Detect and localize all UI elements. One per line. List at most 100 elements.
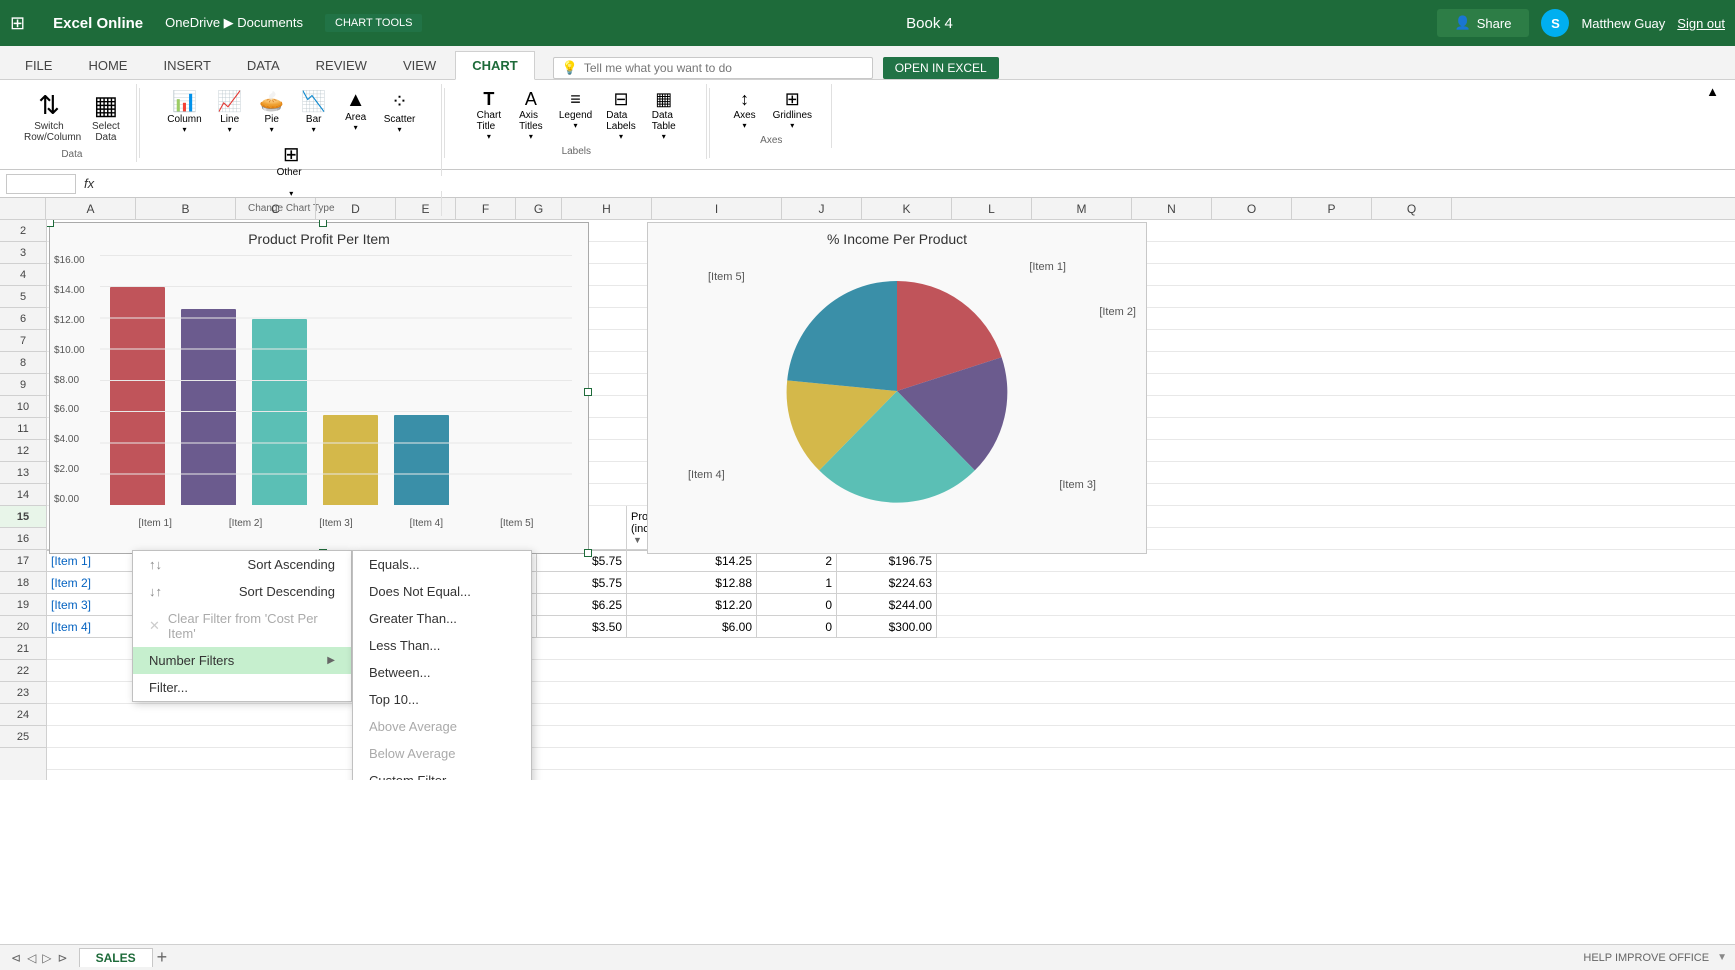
cell-17-shipping[interactable]: $5.75 <box>537 572 627 594</box>
chart-handle-mr[interactable] <box>584 388 592 396</box>
tab-review[interactable]: REVIEW <box>299 51 384 79</box>
col-header-M[interactable]: M <box>1032 198 1132 220</box>
tab-file[interactable]: FILE <box>8 51 69 79</box>
greater-than-item[interactable]: Greater Than... <box>353 605 531 632</box>
data-table-button[interactable]: ▦ DataTable ▾ <box>644 86 684 144</box>
scatter-chart-button[interactable]: ⁘ Scatter ▾ <box>378 86 422 137</box>
cell-18-returns[interactable]: 0 <box>757 594 837 616</box>
cell-17-returns[interactable]: 1 <box>757 572 837 594</box>
cell-19-income[interactable]: $300.00 <box>837 616 937 638</box>
row-21: 21 <box>0 638 46 660</box>
not-equal-item[interactable]: Does Not Equal... <box>353 578 531 605</box>
main-dropdown-menu: ↑↓ Sort Ascending ↓↑ Sort Descending ✕ C… <box>132 550 352 702</box>
pie-chart-button[interactable]: 🥧 Pie ▾ <box>252 86 292 137</box>
tell-me-bar[interactable]: 💡 <box>553 57 873 79</box>
sort-ascending-item[interactable]: ↑↓ Sort Ascending <box>133 551 351 578</box>
cell-17-item[interactable]: [Item 2] <box>47 572 137 594</box>
chart-handle-br[interactable] <box>584 549 592 557</box>
col-header-A[interactable]: A <box>46 198 136 220</box>
row-15[interactable]: 15 <box>0 506 46 528</box>
name-box[interactable] <box>6 174 76 194</box>
ribbon-collapse[interactable]: ▲ <box>1706 84 1727 99</box>
custom-filter-item[interactable]: Custom Filter... <box>353 767 531 780</box>
nav-prev-first-btn[interactable]: ⊲ <box>8 951 24 965</box>
tab-insert[interactable]: INSERT <box>146 51 227 79</box>
col-header-H[interactable]: H <box>562 198 652 220</box>
nav-prev-btn[interactable]: ◁ <box>24 951 39 965</box>
cell-19-item[interactable]: [Item 4] <box>47 616 137 638</box>
ribbon-group-data: ⇅ SwitchRow/Column ▦ SelectData Data <box>8 84 137 162</box>
cell-19-shipping[interactable]: $3.50 <box>537 616 627 638</box>
tab-home[interactable]: HOME <box>71 51 144 79</box>
cell-18-item[interactable]: [Item 3] <box>47 594 137 616</box>
add-sheet-btn[interactable]: + <box>157 947 168 968</box>
col-header-P[interactable]: P <box>1292 198 1372 220</box>
number-filters-item[interactable]: Number Filters ▶ <box>133 647 351 674</box>
share-button[interactable]: 👤 Share <box>1437 9 1530 37</box>
col-header-O[interactable]: O <box>1212 198 1292 220</box>
legend-button[interactable]: ≡ Legend ▾ <box>553 86 598 144</box>
axes-icon: ↕ <box>740 89 749 110</box>
nav-next-btn[interactable]: ▷ <box>39 951 54 965</box>
tab-data[interactable]: DATA <box>230 51 297 79</box>
col-header-L[interactable]: L <box>952 198 1032 220</box>
col-header-Q[interactable]: Q <box>1372 198 1452 220</box>
apps-icon[interactable]: ⊞ <box>10 13 25 34</box>
sign-out-link[interactable]: Sign out <box>1677 16 1725 31</box>
pie-chart[interactable]: % Income Per Product [Item 1] [It <box>647 222 1147 554</box>
col-header-J[interactable]: J <box>782 198 862 220</box>
chart-title-button[interactable]: T ChartTitle ▾ <box>469 86 509 144</box>
chart-handle-tl[interactable] <box>47 220 54 227</box>
sheet-tab-sales[interactable]: SALES <box>79 948 153 967</box>
skype-icon[interactable]: S <box>1541 9 1569 37</box>
col-header-N[interactable]: N <box>1132 198 1212 220</box>
less-than-item[interactable]: Less Than... <box>353 632 531 659</box>
nav-next-last-btn[interactable]: ⊳ <box>55 951 71 965</box>
data-table-arrow: ▾ <box>662 132 666 141</box>
chart-handle-tc[interactable] <box>319 220 327 227</box>
main-area: 2 3 4 5 6 7 8 9 10 11 12 13 14 15 16 17 … <box>0 220 1735 780</box>
below-avg-item[interactable]: Below Average <box>353 740 531 767</box>
switch-row-col-button[interactable]: ⇅ SwitchRow/Column <box>16 86 82 147</box>
tab-view[interactable]: VIEW <box>386 51 453 79</box>
col-header-B[interactable]: B <box>136 198 236 220</box>
bar-chart-button[interactable]: 📉 Bar ▾ <box>294 86 334 137</box>
cell-18-income[interactable]: $244.00 <box>837 594 937 616</box>
tell-me-input[interactable] <box>584 61 804 75</box>
select-data-button[interactable]: ▦ SelectData <box>84 86 128 147</box>
help-improve-link[interactable]: HELP IMPROVE OFFICE <box>1583 952 1709 964</box>
between-item[interactable]: Between... <box>353 659 531 686</box>
col-header-D[interactable]: D <box>316 198 396 220</box>
cell-19-returns[interactable]: 0 <box>757 616 837 638</box>
line-chart-button[interactable]: 📈 Line ▾ <box>210 86 250 137</box>
top10-item[interactable]: Top 10... <box>353 686 531 713</box>
column-chart-button[interactable]: 📊 Column ▾ <box>161 86 207 137</box>
cell-18-profit[interactable]: $12.20 <box>627 594 757 616</box>
formula-input[interactable] <box>102 176 1729 191</box>
col-header-I[interactable]: I <box>652 198 782 220</box>
bar-chart[interactable]: Product Profit Per Item $16.00 $14.00 $1… <box>49 222 589 554</box>
cell-17-profit[interactable]: $12.88 <box>627 572 757 594</box>
col-header-C[interactable]: C <box>236 198 316 220</box>
axis-titles-button[interactable]: A AxisTitles ▾ <box>511 86 551 144</box>
above-avg-item[interactable]: Above Average <box>353 713 531 740</box>
cell-18-shipping[interactable]: $6.25 <box>537 594 627 616</box>
cell-17-income[interactable]: $224.63 <box>837 572 937 594</box>
data-labels-button[interactable]: ⊟ DataLabels ▾ <box>600 86 641 144</box>
gridlines-button[interactable]: ⊞ Gridlines ▾ <box>767 86 818 133</box>
sort-descending-item[interactable]: ↓↑ Sort Descending <box>133 578 351 605</box>
other-charts-button[interactable]: ⊞ OtherCharts ▾ <box>271 139 312 201</box>
equals-item[interactable]: Equals... <box>353 551 531 578</box>
cell-19-profit[interactable]: $6.00 <box>627 616 757 638</box>
col-header-E[interactable]: E <box>396 198 456 220</box>
col-header-G[interactable]: G <box>516 198 562 220</box>
filter-item[interactable]: Filter... <box>133 674 351 701</box>
ribbon-tabs: FILE HOME INSERT DATA REVIEW VIEW CHART … <box>0 46 1735 80</box>
clear-filter-item[interactable]: ✕ Clear Filter from 'Cost Per Item' <box>133 605 351 647</box>
axes-button[interactable]: ↕ Axes ▾ <box>725 86 765 133</box>
open-in-excel-button[interactable]: OPEN IN EXCEL <box>883 57 999 79</box>
col-header-K[interactable]: K <box>862 198 952 220</box>
area-chart-button[interactable]: ▲ Area ▾ <box>336 86 376 137</box>
col-header-F[interactable]: F <box>456 198 516 220</box>
tab-chart[interactable]: CHART <box>455 51 535 80</box>
